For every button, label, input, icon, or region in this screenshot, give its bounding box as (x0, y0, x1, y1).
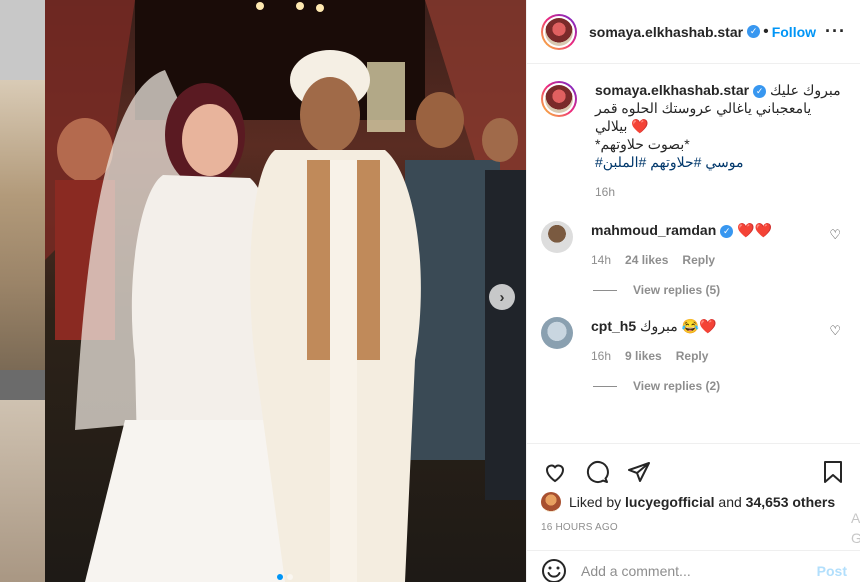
save-bookmark-icon[interactable] (819, 458, 847, 486)
caption-line-4: *بصوت حلاوتهم* (595, 136, 690, 152)
replies-line (593, 289, 617, 291)
caption-line-3: بيلالي (595, 118, 628, 134)
emoji-icon[interactable] (541, 558, 567, 582)
carousel-next-button[interactable]: › (489, 284, 515, 310)
add-comment-bar: Post (527, 550, 860, 582)
post-photo[interactable]: › (45, 0, 526, 582)
post-actions: Liked by lucyegofficial and 34,653 other… (527, 443, 860, 533)
comment-item: mahmoud_ramdan ✓ ❤️❤️ 14h 24 likes Reply … (541, 201, 847, 269)
carousel-dots (277, 574, 293, 580)
replies-line (593, 385, 617, 387)
edge-text: A G (851, 510, 860, 546)
likes-prefix: Liked by (569, 494, 622, 510)
background-image-bottom (0, 400, 45, 582)
comment-likes[interactable]: 9 likes (625, 347, 662, 365)
comment-username[interactable]: cpt_h5 (591, 318, 636, 334)
add-comment-input[interactable] (581, 562, 817, 579)
view-replies-label: View replies (5) (633, 283, 721, 297)
comment-username[interactable]: mahmoud_ramdan (591, 222, 716, 238)
likes-summary: Liked by lucyegofficial and 34,653 other… (541, 492, 847, 512)
caption-hashtags[interactable]: موسي #حلاوتهم #الملبن# (595, 153, 847, 171)
post-photo-illustration (45, 0, 526, 582)
caption-author-avatar[interactable] (541, 81, 577, 117)
post-caption: somaya.elkhashab.star ✓ مبروك عليك يامعجب… (541, 65, 847, 201)
comment-reply-button[interactable]: Reply (682, 251, 715, 269)
comment-time[interactable]: 16h (591, 347, 611, 365)
author-username[interactable]: somaya.elkhashab.star (589, 24, 743, 40)
commenter-avatar[interactable] (541, 221, 573, 253)
comment-reply-button[interactable]: Reply (676, 347, 709, 365)
caption-time[interactable]: 16h (595, 183, 615, 201)
post-header: somaya.elkhashab.star ✓ • Follow ··· (527, 0, 860, 64)
comment-item: cpt_h5 مبروك 😂❤️ 16h 9 likes Reply ♡ (541, 297, 847, 365)
verified-badge-icon: ✓ (747, 25, 761, 38)
view-replies-button[interactable]: View replies (5) (593, 283, 847, 297)
comment-likes[interactable]: 24 likes (625, 251, 668, 269)
liker-avatar[interactable] (541, 492, 561, 512)
comment-icon[interactable] (583, 458, 611, 486)
comment-text: مبروك (640, 318, 678, 334)
post-timestamp[interactable]: 16 HOURS AGO (541, 522, 847, 533)
separator-dot: • (763, 22, 769, 40)
like-heart-icon[interactable] (541, 458, 569, 486)
background-image-low (0, 370, 45, 400)
caption-line-2: يامعجباني ياغالي عروستك الحلوه قمر (595, 100, 812, 116)
commenter-avatar[interactable] (541, 317, 573, 349)
liker-username[interactable]: lucyegofficial (625, 494, 714, 510)
author-avatar[interactable] (541, 13, 577, 50)
caption-line-1: مبروك عليك (769, 82, 841, 98)
comment-like-heart-icon[interactable]: ♡ (829, 227, 841, 243)
carousel-dot (287, 574, 293, 580)
background-image-top (0, 0, 45, 80)
laughing-emoji-icon: 😂 (681, 318, 700, 334)
chevron-right-icon: › (499, 288, 505, 306)
view-replies-label: View replies (2) (633, 379, 721, 393)
verified-badge-icon: ✓ (753, 84, 767, 98)
comments-list: somaya.elkhashab.star ✓ مبروك عليك يامعجب… (527, 65, 860, 443)
comment-like-heart-icon[interactable]: ♡ (829, 323, 841, 339)
comment-hearts: ❤️❤️ (737, 222, 773, 238)
likes-middle: and (718, 494, 742, 510)
share-icon[interactable] (625, 458, 653, 486)
likes-count[interactable]: 34,653 others (746, 494, 836, 510)
caption-username[interactable]: somaya.elkhashab.star (595, 82, 749, 98)
view-replies-button[interactable]: View replies (2) (593, 379, 847, 393)
post-panel: somaya.elkhashab.star ✓ • Follow ··· som… (526, 0, 860, 582)
carousel-dot-active (277, 574, 283, 580)
heart-emoji-icon: ❤️ (631, 118, 649, 134)
comment-hearts: ❤️ (699, 318, 717, 334)
comment-time[interactable]: 14h (591, 251, 611, 269)
background-image-mid (0, 80, 45, 370)
background-page-strip (0, 0, 45, 582)
follow-button[interactable]: Follow (772, 24, 816, 40)
post-comment-button[interactable]: Post (817, 563, 847, 579)
more-icon[interactable]: ··· (825, 21, 846, 42)
verified-badge-icon: ✓ (720, 224, 734, 238)
